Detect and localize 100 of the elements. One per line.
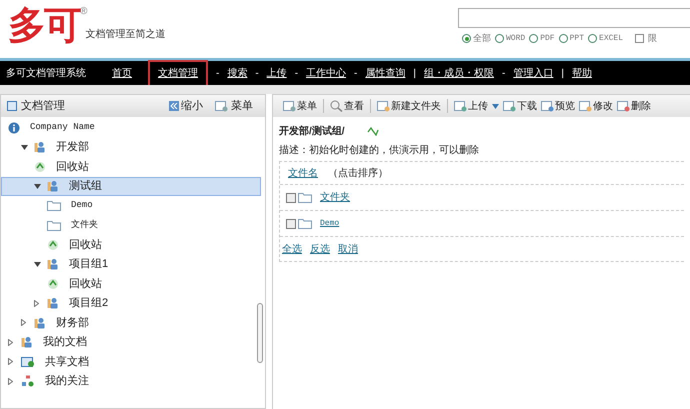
user-icon <box>21 336 33 348</box>
toolbar-button[interactable]: 查看 <box>330 98 364 114</box>
nav-separator: - <box>354 66 358 80</box>
logo: 多可 <box>8 4 80 48</box>
system-title: 多可文档管理系统 <box>6 66 86 80</box>
folder-icon <box>298 192 312 203</box>
network-icon <box>21 375 35 388</box>
filter-label: WORD <box>506 32 526 45</box>
folder-icon <box>47 220 61 231</box>
search-icon <box>330 100 343 112</box>
toolbar-button[interactable]: 修改 <box>579 98 613 114</box>
nav-link[interactable]: 首页 <box>112 66 132 80</box>
toolbar-button[interactable]: 新建文件夹 <box>377 98 441 114</box>
collapsed-caret-icon[interactable] <box>21 319 29 326</box>
tree-item[interactable]: 回收站 <box>1 235 261 254</box>
toolbar-button[interactable]: 预览 <box>541 98 575 114</box>
filter-label: PPT <box>570 32 584 45</box>
search-field[interactable] <box>458 8 690 28</box>
tree-item[interactable]: 回收站 <box>1 274 261 294</box>
user-icon <box>47 180 59 192</box>
nav-separator: | <box>561 66 564 80</box>
info-icon <box>8 122 20 134</box>
nav-separator: - <box>216 66 220 80</box>
limit-label: 限 <box>648 32 658 45</box>
selection-link[interactable]: 取消 <box>338 242 358 256</box>
user-icon <box>34 141 46 154</box>
tree-item[interactable]: 共享文档 <box>1 352 261 372</box>
tree-item[interactable]: 我的关注 <box>1 372 261 391</box>
document-icon <box>503 100 516 112</box>
nav-separator: | <box>413 66 416 80</box>
radio-button[interactable] <box>558 34 568 44</box>
tree-item[interactable]: 测试组 <box>1 176 261 196</box>
recycle-icon <box>47 238 59 251</box>
tree-item[interactable]: 项目组1 <box>1 254 261 274</box>
collapse-button[interactable]: 缩小 <box>169 98 203 114</box>
selection-link[interactable]: 反选 <box>310 242 330 256</box>
tree-item[interactable]: 文件夹 <box>1 216 261 235</box>
registered-mark: ® <box>80 5 88 17</box>
radio-button[interactable] <box>588 34 598 44</box>
expanded-caret-icon[interactable] <box>34 262 42 267</box>
radio-button[interactable] <box>462 34 471 44</box>
nav-link[interactable]: 搜索 <box>227 66 248 80</box>
sort-link[interactable]: 文件名 <box>288 166 318 180</box>
nav-link[interactable]: 管理入口 <box>513 66 554 80</box>
expanded-caret-icon[interactable] <box>34 184 42 189</box>
user-icon <box>47 297 59 310</box>
user-icon <box>47 258 59 270</box>
selection-link[interactable]: 全选 <box>282 242 302 256</box>
document-icon <box>377 100 390 112</box>
collapsed-caret-icon[interactable] <box>8 338 16 346</box>
collapsed-caret-icon[interactable] <box>8 378 16 385</box>
toolbar-button[interactable]: 菜单 <box>283 98 317 114</box>
checkbox[interactable] <box>286 218 296 228</box>
document-icon <box>617 100 630 112</box>
file-link[interactable]: 文件夹 <box>320 190 350 205</box>
folder-path: 开发部/测试组/ <box>279 124 345 138</box>
document-icon <box>454 100 467 112</box>
file-link[interactable]: Demo <box>320 218 340 230</box>
document-icon <box>215 100 228 112</box>
recycle-icon <box>47 278 59 290</box>
menu-button[interactable]: 菜单 <box>215 98 253 114</box>
nav-link[interactable]: 属性查询 <box>365 66 406 80</box>
folder-description: 描述：初始化时创建的，供演示用，可以删除 <box>279 144 480 158</box>
user-icon <box>34 316 46 329</box>
nav-link[interactable]: 工作中心 <box>306 66 346 80</box>
toolbar-button[interactable]: 上传 <box>454 98 499 114</box>
panel-title: 文档管理 <box>21 98 65 114</box>
collapsed-caret-icon[interactable] <box>34 300 42 307</box>
filter-label: 全部 <box>473 32 491 45</box>
folder-icon <box>298 218 312 229</box>
toolbar-button[interactable]: 删除 <box>617 98 651 114</box>
nav-separator: - <box>502 66 506 80</box>
nav-link[interactable]: 上传 <box>266 66 287 80</box>
radio-button[interactable] <box>495 34 504 44</box>
tree-item[interactable]: 我的文档 <box>1 332 261 352</box>
tree-item[interactable]: 开发部 <box>1 138 261 157</box>
tree-item[interactable]: Company Name <box>1 118 261 138</box>
document-icon <box>579 100 592 112</box>
radio-button[interactable] <box>529 34 538 44</box>
collapse-box-icon <box>7 101 17 111</box>
nav-link[interactable]: 帮助 <box>572 66 592 80</box>
double-left-icon <box>169 101 179 111</box>
scrollbar-thumb[interactable] <box>257 303 263 363</box>
sort-hint: （点击排序） <box>328 166 388 180</box>
nav-separator: - <box>294 66 298 80</box>
caret-icon <box>492 104 499 108</box>
tree-item[interactable]: 回收站 <box>1 157 261 176</box>
expanded-caret-icon[interactable] <box>21 144 29 150</box>
collapsed-caret-icon[interactable] <box>8 358 16 366</box>
filter-label: PDF <box>540 32 555 45</box>
tree-item[interactable]: 财务部 <box>1 313 261 332</box>
checkbox[interactable] <box>635 34 644 44</box>
toolbar-button[interactable]: 下载 <box>503 98 537 114</box>
checkbox[interactable] <box>286 192 296 202</box>
nav-link[interactable]: 组・成员・权限 <box>424 66 494 80</box>
tree-item[interactable]: Demo <box>1 196 261 216</box>
tree-item[interactable]: 项目组2 <box>1 294 261 313</box>
document-icon <box>541 100 554 112</box>
recycle-icon <box>34 160 46 173</box>
filter-label: EXCEL <box>599 32 624 45</box>
